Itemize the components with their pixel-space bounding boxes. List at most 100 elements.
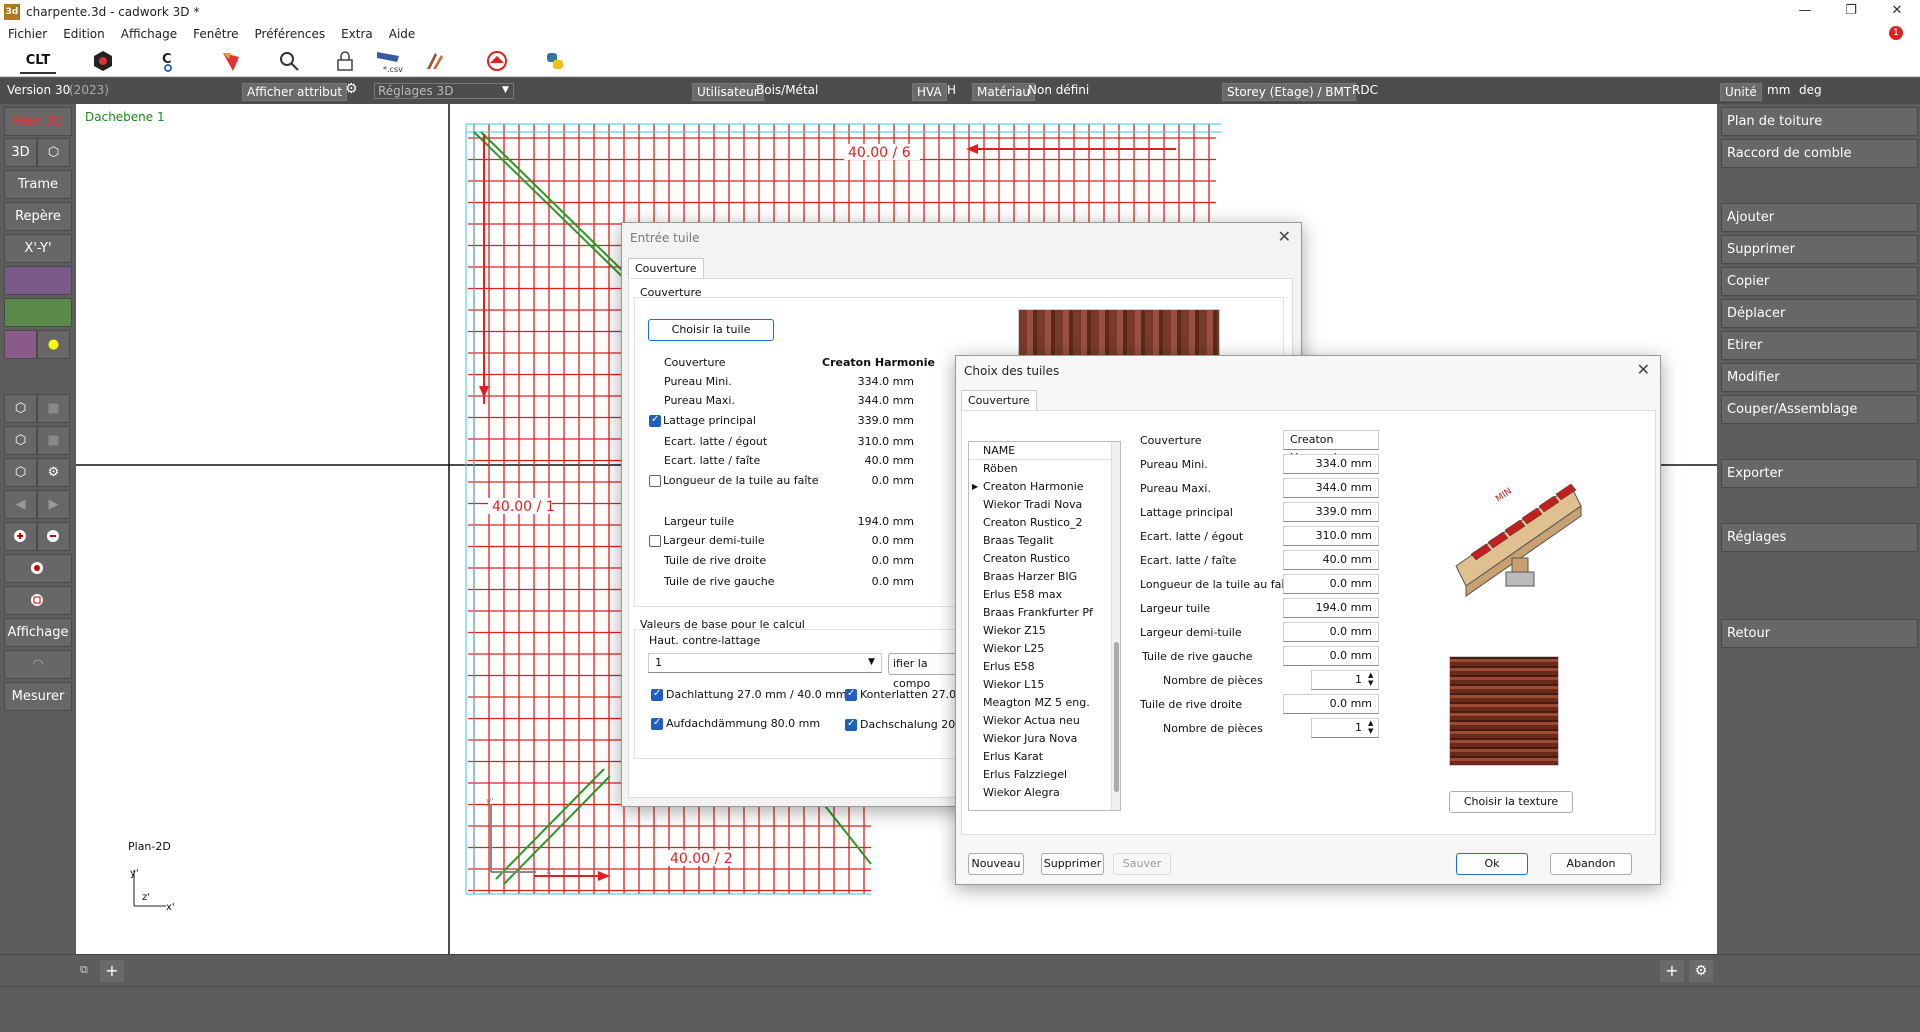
unite-deg[interactable]: deg	[1799, 83, 1822, 97]
haut-combo[interactable]: 1	[648, 653, 882, 673]
menu-fichier[interactable]: Fichier	[0, 27, 55, 41]
view-3d-button[interactable]: 3D	[4, 138, 37, 167]
reglages-3d-dropdown[interactable]: Réglages 3D	[374, 83, 514, 99]
close-icon[interactable]: ✕	[1637, 360, 1650, 379]
add-tab-button[interactable]: +	[100, 960, 124, 982]
roof-tool-icon[interactable]	[484, 48, 510, 74]
field-input[interactable]: 334.0 mm	[1283, 454, 1379, 474]
etirer-button[interactable]: Etirer	[1721, 331, 1918, 360]
couper-assemblage-button[interactable]: Couper/Assemblage	[1721, 395, 1918, 424]
list-item[interactable]: Creaton Harmonie	[969, 478, 1120, 496]
lock-icon[interactable]	[332, 48, 358, 74]
choisir-tuile-button[interactable]: Choisir la tuile	[648, 319, 774, 341]
cube-shaded-icon[interactable]: ■	[37, 426, 70, 455]
field-input[interactable]: 194.0 mm	[1283, 598, 1379, 618]
menu-preferences[interactable]: Préférences	[247, 27, 334, 41]
longueur-faite-checkbox[interactable]	[649, 475, 661, 487]
afficher-attribut-button[interactable]: Afficher attribut	[242, 83, 348, 101]
search-icon[interactable]	[276, 48, 302, 74]
abandon-button[interactable]: Abandon	[1550, 853, 1632, 875]
new-feature-icon[interactable]	[218, 48, 244, 74]
spinner-icon[interactable]: ▲ ▼	[1368, 671, 1373, 687]
copier-button[interactable]: Copier	[1721, 267, 1918, 296]
cube-gear-icon[interactable]: ⚙	[37, 458, 70, 487]
field-input[interactable]: 0.0 mm	[1283, 694, 1379, 714]
plan-3d-button[interactable]: Plan 3D	[4, 107, 72, 136]
minimize-button[interactable]: —	[1782, 0, 1828, 24]
field-input[interactable]: 344.0 mm	[1283, 478, 1379, 498]
materiau-value[interactable]: Non défini	[1028, 83, 1089, 97]
list-item[interactable]: Röben	[969, 460, 1120, 478]
unite-mm[interactable]: mm	[1767, 83, 1790, 97]
sauver-button[interactable]: Sauver	[1113, 853, 1171, 875]
tile-list[interactable]: NAMERöbenCreaton HarmonieWiekor Tradi No…	[968, 441, 1121, 811]
field-input[interactable]: 0.0 mm	[1283, 622, 1379, 642]
exporter-button[interactable]: Exporter	[1721, 459, 1918, 488]
trame-button[interactable]: Trame	[4, 170, 72, 199]
menu-aide[interactable]: Aide	[381, 27, 424, 41]
maximize-button[interactable]: ❐	[1828, 0, 1874, 24]
list-item[interactable]: Wiekor Z15	[969, 622, 1120, 640]
close-icon[interactable]: ✕	[1278, 227, 1291, 246]
lattage-principal-checkbox[interactable]	[649, 414, 661, 427]
view-box-magenta-icon[interactable]	[4, 266, 72, 295]
field-input[interactable]: 310.0 mm	[1283, 526, 1379, 546]
dachlattung-checkbox[interactable]	[651, 688, 663, 701]
csv-export-icon[interactable]: *.csv	[374, 48, 406, 74]
chevron-down-icon[interactable]: ▼	[502, 85, 509, 95]
view-box-left-icon[interactable]	[4, 330, 37, 359]
choisir-texture-button[interactable]: Choisir la texture	[1449, 791, 1573, 813]
list-item[interactable]: Meagton MZ 5 eng.	[969, 694, 1120, 712]
list-item[interactable]: Erlus E58 max	[969, 586, 1120, 604]
zoom-out-icon[interactable]	[37, 522, 70, 551]
list-header[interactable]: NAME	[969, 442, 1120, 460]
raccord-de-comble-button[interactable]: Raccord de comble	[1721, 139, 1918, 168]
konterlatten-checkbox[interactable]	[845, 688, 857, 701]
field-input[interactable]: 40.0 mm	[1283, 550, 1379, 570]
step-forward-icon[interactable]: ▶	[37, 490, 70, 519]
field-input[interactable]: 0.0 mm	[1283, 646, 1379, 666]
ajouter-button[interactable]: Ajouter	[1721, 203, 1918, 232]
timber-icon[interactable]	[422, 48, 448, 74]
largeur-demi-tuile-checkbox[interactable]	[649, 535, 661, 547]
list-item[interactable]: Wiekor Actua neu	[969, 712, 1120, 730]
field-input[interactable]: 339.0 mm	[1283, 502, 1379, 522]
hva-value[interactable]: H	[947, 83, 956, 97]
protractor-icon[interactable]: ◠	[4, 650, 72, 679]
storey-value[interactable]: RDC	[1352, 83, 1378, 97]
notification-badge[interactable]: 1	[1889, 26, 1903, 40]
menu-affichage[interactable]: Affichage	[113, 27, 185, 41]
ok-button[interactable]: Ok	[1456, 853, 1528, 875]
python-icon[interactable]	[542, 48, 568, 74]
mesurer-button[interactable]: Mesurer	[4, 682, 72, 711]
list-item[interactable]: Wiekor Tradi Nova	[969, 496, 1120, 514]
settings-hex-icon[interactable]	[90, 48, 116, 74]
list-item[interactable]: Braas Frankfurter Pf	[969, 604, 1120, 622]
view-box-green-icon[interactable]	[4, 298, 72, 327]
aufdachdammung-checkbox[interactable]	[651, 717, 663, 730]
solid-cube-icon[interactable]: ■	[37, 394, 70, 423]
c-module-icon[interactable]: C	[155, 48, 181, 74]
list-item[interactable]: Wiekor L15	[969, 676, 1120, 694]
list-item[interactable]: Wiekor Alegra	[969, 784, 1120, 802]
repere-button[interactable]: Repère	[4, 202, 72, 231]
field-input[interactable]: 0.0 mm	[1283, 574, 1379, 594]
retour-button[interactable]: Retour	[1721, 619, 1918, 648]
clt-button[interactable]: CLT	[20, 48, 56, 74]
gear-icon[interactable]: ⚙	[345, 81, 358, 97]
menu-edition[interactable]: Edition	[55, 27, 113, 41]
list-item[interactable]: Wiekor L25	[969, 640, 1120, 658]
affichage-button[interactable]: Affichage	[4, 618, 72, 647]
chevron-down-icon[interactable]: ▼	[868, 657, 875, 667]
field-input[interactable]: Creaton Harmonie	[1283, 430, 1379, 464]
zoom-in-icon[interactable]	[4, 522, 37, 551]
nouveau-button[interactable]: Nouveau	[968, 853, 1024, 875]
add-view-button[interactable]: +	[1660, 960, 1684, 982]
list-item[interactable]: Erlus Karat	[969, 748, 1120, 766]
cube-outline-icon[interactable]: ⬡	[4, 426, 37, 455]
close-button[interactable]: ✕	[1874, 0, 1920, 24]
supprimer-button[interactable]: Supprimer	[1721, 235, 1918, 264]
list-item[interactable]: Braas Harzer BIG	[969, 568, 1120, 586]
spinner-icon[interactable]: ▲ ▼	[1368, 719, 1373, 735]
zoom-fit-icon[interactable]	[4, 554, 72, 583]
